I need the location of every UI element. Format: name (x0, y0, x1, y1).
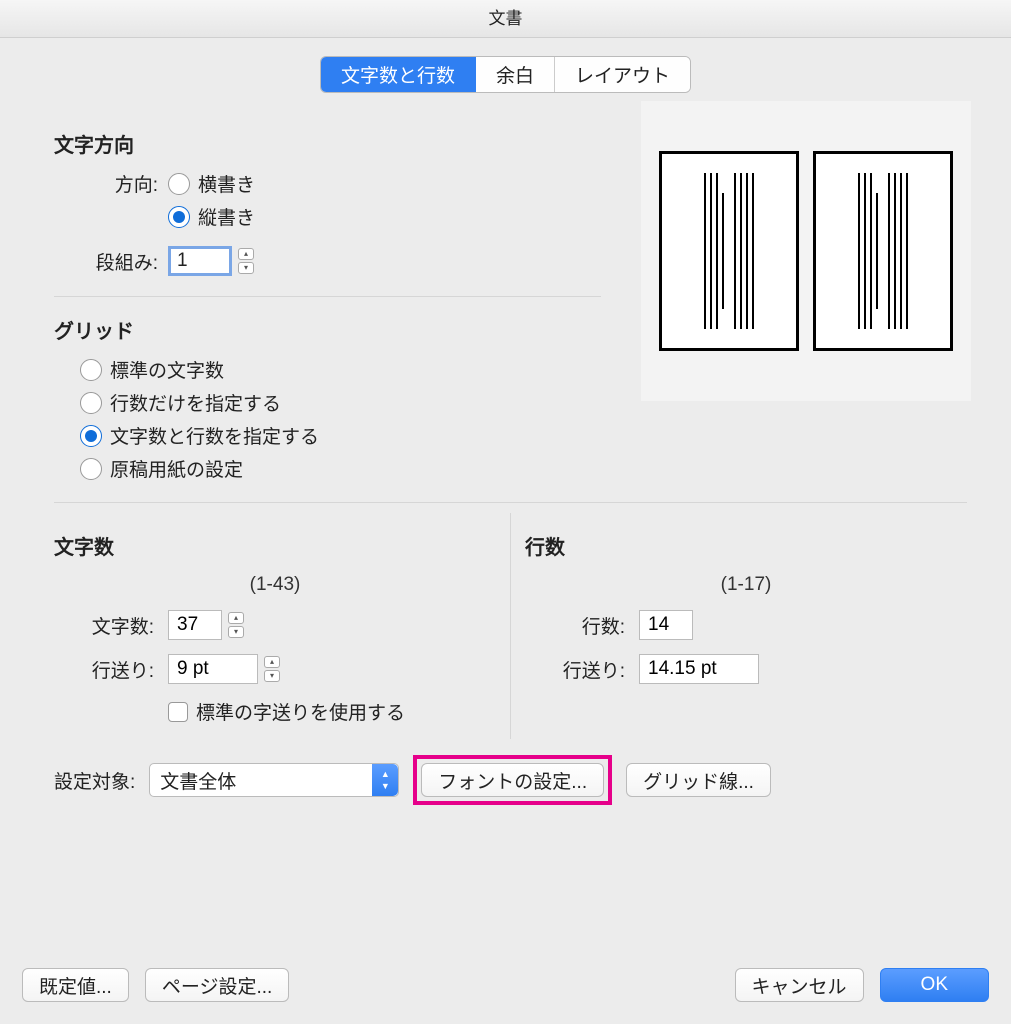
radio-std-chars[interactable] (80, 359, 102, 381)
window-title: 文書 (0, 0, 1011, 38)
char-pitch-label: 行送り: (54, 656, 154, 683)
radio-vertical[interactable] (168, 206, 190, 228)
apply-to-value: 文書全体 (160, 767, 236, 794)
radio-horizontal-label: 横書き (198, 170, 255, 197)
tab-bar: 文字数と行数 余白 レイアウト (0, 56, 1011, 93)
columns-input[interactable]: 1 (168, 246, 232, 276)
line-count-label: 行数: (525, 612, 625, 639)
page-setup-button[interactable]: ページ設定... (145, 968, 289, 1002)
font-settings-button[interactable]: フォントの設定... (421, 763, 604, 797)
char-count-input[interactable] (168, 610, 222, 640)
dropdown-caret-icon: ▲▼ (372, 764, 398, 796)
radio-manuscript-label: 原稿用紙の設定 (110, 455, 243, 482)
section-line-count: 行数 (525, 531, 967, 560)
columns-label: 段組み: (40, 248, 158, 275)
gridlines-button[interactable]: グリッド線... (626, 763, 771, 797)
line-count-range: (1-17) (525, 574, 967, 596)
radio-chars-and-lines[interactable] (80, 425, 102, 447)
line-count-input[interactable] (639, 610, 693, 640)
columns-stepper[interactable]: ▴▾ (238, 248, 256, 274)
line-pitch-label: 行送り: (525, 656, 625, 683)
line-pitch-input[interactable] (639, 654, 759, 684)
use-std-pitch-label: 標準の字送りを使用する (196, 698, 405, 725)
ok-button[interactable]: OK (880, 968, 989, 1002)
char-count-stepper[interactable]: ▴▾ (228, 612, 246, 638)
char-pitch-stepper[interactable]: ▴▾ (264, 656, 282, 682)
use-std-pitch-checkbox[interactable] (168, 702, 188, 722)
char-count-label: 文字数: (54, 612, 154, 639)
page-preview (641, 101, 971, 401)
apply-to-label: 設定対象: (54, 767, 135, 794)
cancel-button[interactable]: キャンセル (735, 968, 864, 1002)
apply-to-dropdown[interactable]: 文書全体 ▲▼ (149, 763, 399, 797)
font-settings-highlight: フォントの設定... (413, 755, 612, 805)
tab-margin[interactable]: 余白 (476, 57, 555, 92)
section-char-count: 文字数 (54, 531, 496, 560)
radio-chars-and-lines-label: 文字数と行数を指定する (110, 422, 319, 449)
char-count-range: (1-43) (54, 574, 496, 596)
direction-label: 方向: (40, 170, 158, 197)
tab-layout[interactable]: レイアウト (555, 57, 690, 92)
tab-chars-lines[interactable]: 文字数と行数 (321, 57, 476, 92)
radio-vertical-label: 縦書き (198, 203, 255, 230)
radio-horizontal[interactable] (168, 173, 190, 195)
char-pitch-input[interactable] (168, 654, 258, 684)
radio-std-chars-label: 標準の文字数 (110, 356, 224, 383)
defaults-button[interactable]: 既定値... (22, 968, 129, 1002)
preview-page-left (659, 151, 799, 351)
dialog-footer: 既定値... ページ設定... キャンセル OK (0, 952, 1011, 1024)
radio-lines-only[interactable] (80, 392, 102, 414)
radio-lines-only-label: 行数だけを指定する (110, 389, 281, 416)
radio-manuscript[interactable] (80, 458, 102, 480)
preview-page-right (813, 151, 953, 351)
